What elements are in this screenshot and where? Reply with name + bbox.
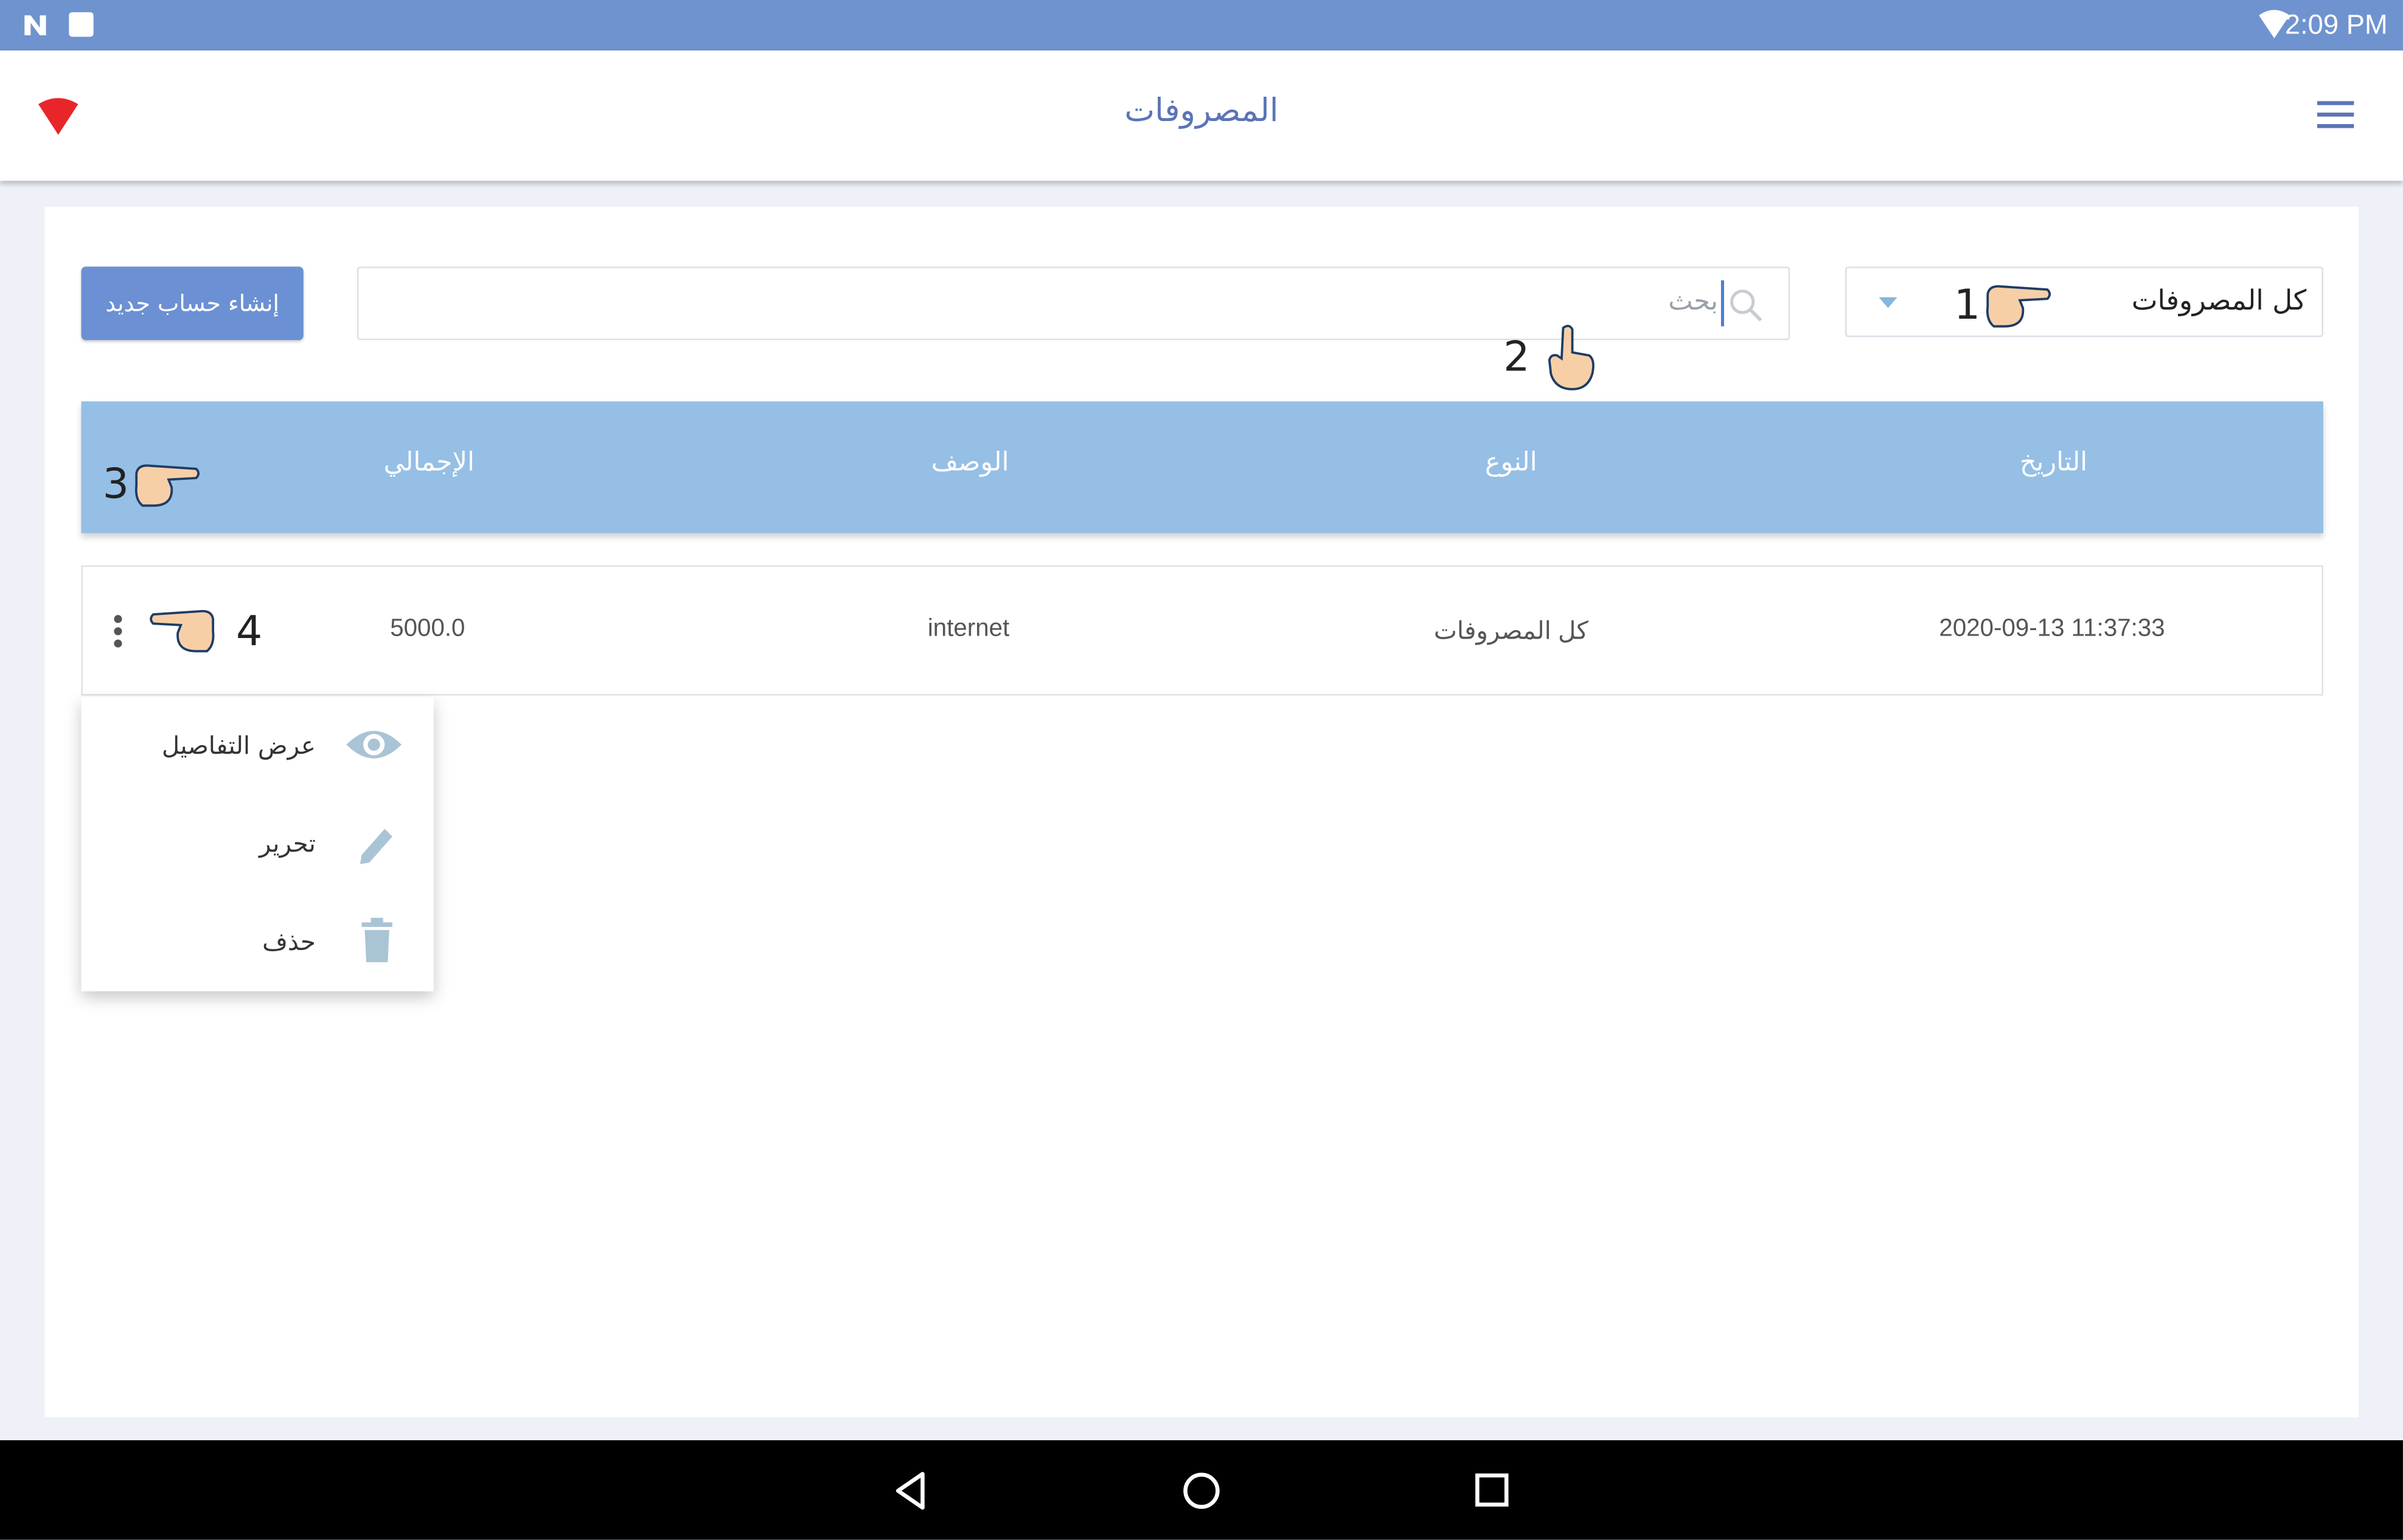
filter-selected-value: كل المصروفات [2131,285,2307,317]
hamburger-menu-icon[interactable] [2317,98,2357,131]
create-account-button[interactable]: إنشاء حساب جديد [81,266,304,341]
status-time: 2:09 PM [2284,9,2388,40]
pointing-hand-icon [150,609,215,653]
row-action-menu: عرض التفاصيل تحرير حذف [81,697,434,991]
menu-item-edit[interactable]: تحرير [82,811,434,878]
notification-square-icon [69,12,94,37]
text-cursor [1720,280,1724,327]
cell-total: 5000.0 [390,616,465,642]
more-vertical-icon[interactable] [110,613,125,650]
home-icon[interactable] [1181,1471,1221,1510]
app-screen: 2:09 PM المصروفات إنشاء حساب جديد بحث كل… [0,0,2403,1540]
page-title: المصروفات [1124,92,1279,129]
menu-item-label: تحرير [259,828,316,858]
search-placeholder: بحث [1668,286,1718,317]
chevron-down-icon [1879,297,1897,308]
annotation-number: 4 [235,608,263,656]
app-bar: المصروفات [0,50,2403,181]
menu-item-delete[interactable]: حذف [82,909,434,976]
column-header-total[interactable]: الإجمالي [276,448,582,478]
pointing-hand-icon [134,464,200,507]
annotation-number: 3 [102,461,130,509]
notification-n-icon [24,15,46,35]
column-header-date[interactable]: التاريخ [1900,448,2207,478]
column-header-description[interactable]: الوصف [817,448,1124,478]
pencil-icon [360,828,392,864]
menu-item-label: حذف [262,927,316,956]
cell-description: internet [927,616,1010,642]
search-icon [1730,290,1762,322]
eye-icon [346,730,402,758]
pointing-hand-icon [1548,325,1594,390]
back-icon[interactable] [892,1469,928,1513]
annotation-number: 1 [1953,282,1981,330]
annotation-number: 2 [1503,334,1530,382]
system-navigation-bar [0,1440,2403,1540]
recents-icon[interactable] [1474,1472,1511,1509]
trash-icon [361,917,392,962]
menu-item-label: عرض التفاصيل [161,730,316,760]
column-header-type[interactable]: النوع [1358,448,1664,478]
cell-date: 2020-09-13 11:37:33 [1939,616,2165,642]
cell-type: كل المصروفات [1433,619,1588,645]
menu-item-view-details[interactable]: عرض التفاصيل [82,712,434,780]
filter-dropdown[interactable]: كل المصروفات [1845,266,2323,338]
pointing-hand-icon [1986,285,2051,328]
status-bar: 2:09 PM [0,0,2403,51]
